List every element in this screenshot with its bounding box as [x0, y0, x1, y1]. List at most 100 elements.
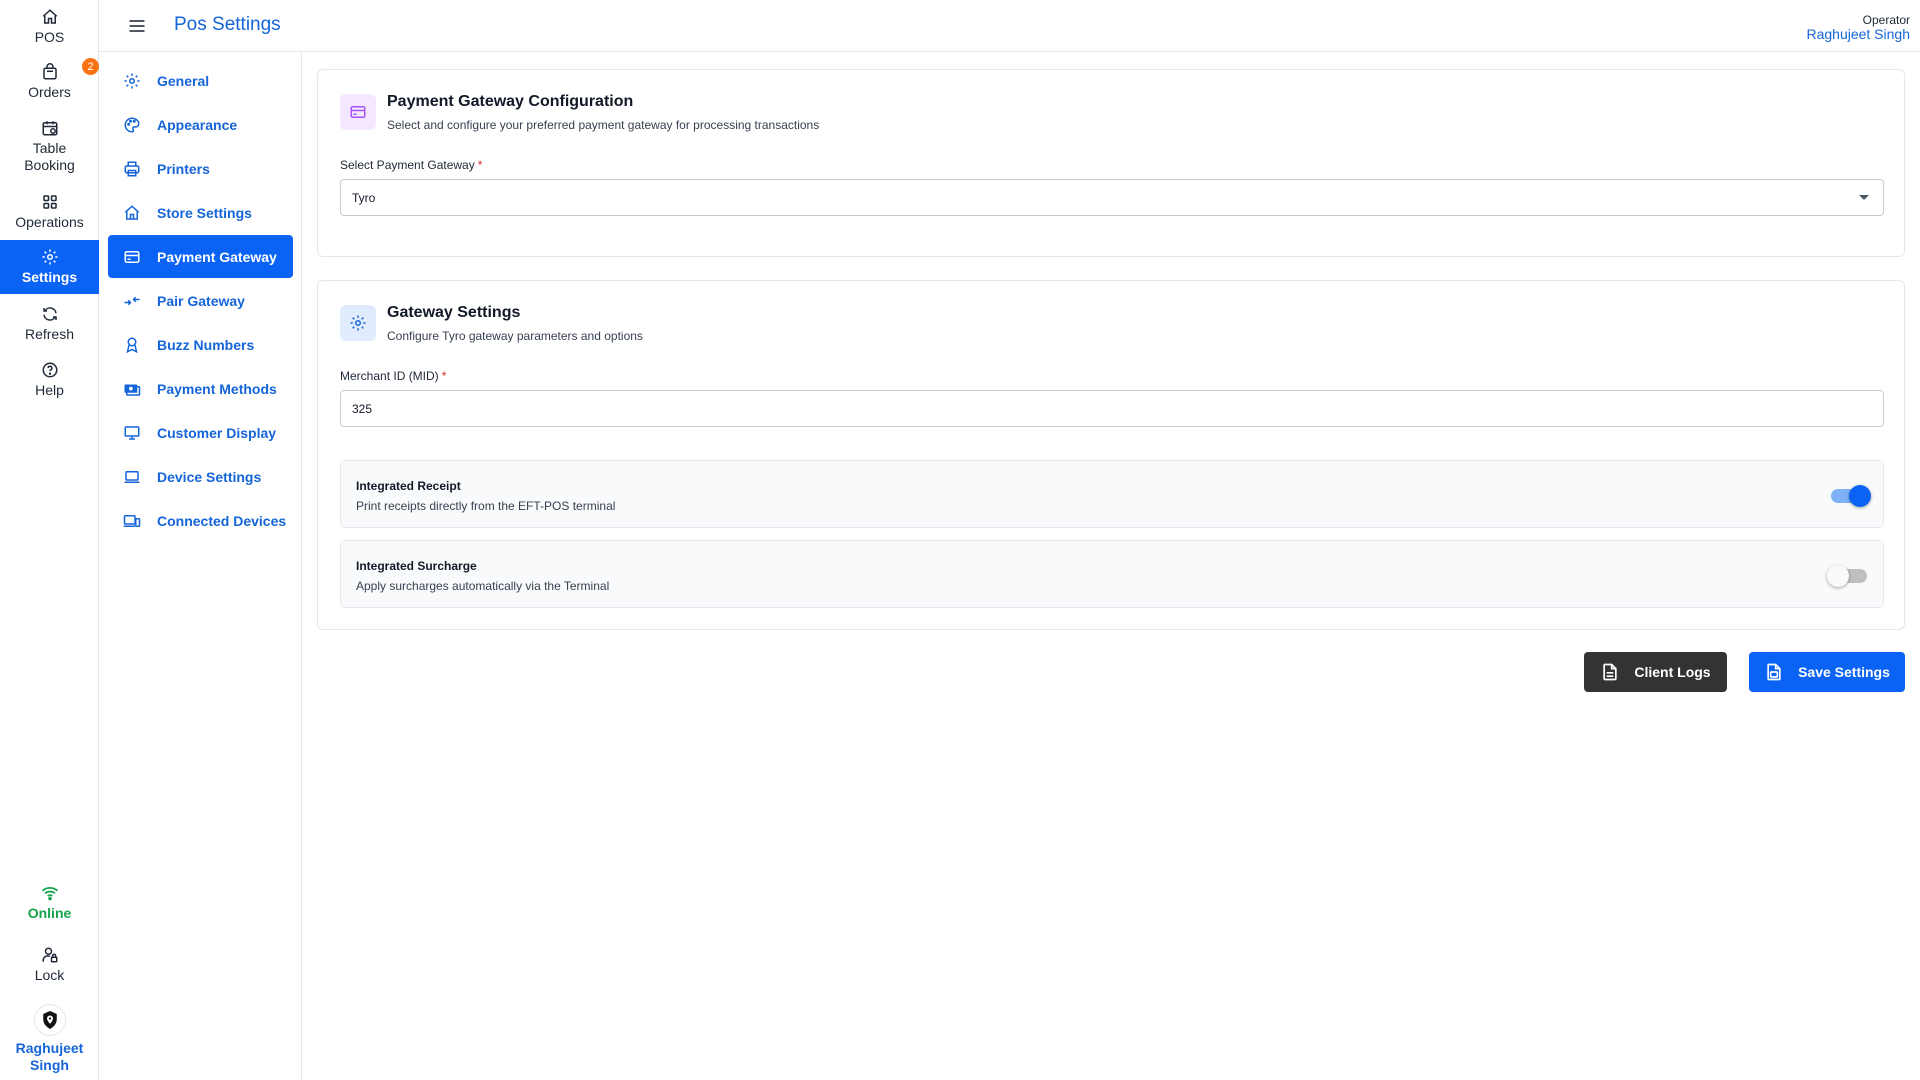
settings-nav-payment-gateway[interactable]: Payment Gateway	[108, 235, 293, 278]
lock-label: Lock	[34, 967, 65, 983]
bag-icon	[42, 63, 57, 80]
save-settings-button[interactable]: Save Settings	[1749, 652, 1905, 692]
home-icon	[42, 9, 57, 24]
settings-nav-device-settings[interactable]: Device Settings	[108, 455, 293, 498]
settings-nav-label: Connected Devices	[157, 512, 287, 529]
calendar-icon	[42, 121, 57, 136]
menu-icon[interactable]	[127, 16, 147, 36]
avatar	[33, 1004, 66, 1036]
gateway-settings-title: Gateway Settings	[387, 304, 521, 321]
monitor-icon	[124, 425, 140, 440]
integrated-receipt-row: Integrated Receipt Print receipts direct…	[340, 460, 1884, 528]
gear-icon	[42, 249, 57, 265]
settings-nav-store-settings[interactable]: Store Settings	[108, 191, 293, 234]
gateway-settings-subtitle: Configure Tyro gateway parameters and op…	[387, 329, 643, 343]
orders-count-badge: 2	[82, 58, 99, 75]
select-gateway-label-text: Select Payment Gateway	[340, 158, 475, 172]
rail-item-help[interactable]: Help	[0, 361, 99, 399]
gateway-config-icon-wrap	[340, 94, 376, 130]
gateway-config-subtitle: Select and configure your preferred paym…	[387, 118, 820, 132]
settings-nav-label: Appearance	[157, 116, 238, 133]
required-mark: *	[441, 369, 447, 383]
gear-icon	[350, 315, 366, 331]
gateway-config-card: Payment Gateway Configuration Select and…	[317, 69, 1905, 257]
settings-nav-general[interactable]: General	[108, 59, 293, 102]
integrated-surcharge-toggle[interactable]	[1827, 565, 1869, 587]
save-file-icon	[1767, 663, 1781, 681]
settings-nav-label: Payment Methods	[157, 380, 277, 397]
settings-nav-label: General	[157, 72, 210, 89]
card-icon	[124, 250, 140, 263]
save-settings-label: Save Settings	[1798, 664, 1890, 680]
settings-nav-label: Customer Display	[157, 424, 277, 441]
laptop-icon	[124, 470, 140, 483]
merchant-id-label-text: Merchant ID (MID)	[340, 369, 439, 383]
settings-nav-label: Pair Gateway	[157, 292, 245, 309]
online-status: Online	[0, 884, 99, 922]
online-label: Online	[27, 905, 72, 921]
gateway-select-value: Tyro	[352, 190, 376, 205]
settings-nav-buzz-numbers[interactable]: Buzz Numbers	[108, 323, 293, 366]
operator-role: Operator	[1862, 13, 1910, 27]
merchant-id-input[interactable]: 325	[340, 390, 1884, 427]
avatar-logo-icon	[42, 1011, 57, 1029]
user-profile[interactable]: Raghujeet Singh	[0, 1004, 99, 1074]
rail-item-operations[interactable]: Operations	[0, 193, 99, 231]
toggle-knob	[1827, 565, 1849, 587]
rail-item-label: Table Booking	[24, 140, 75, 173]
merchant-id-label: Merchant ID (MID) *	[340, 369, 446, 383]
integrated-surcharge-row: Integrated Surcharge Apply surcharges au…	[340, 540, 1884, 608]
integrated-surcharge-title: Integrated Surcharge	[356, 559, 477, 573]
rail-item-settings[interactable]: Settings	[0, 240, 99, 294]
card-icon	[350, 106, 366, 118]
settings-nav-label: Buzz Numbers	[157, 336, 255, 353]
printer-icon	[124, 161, 140, 176]
page-title: Pos Settings	[174, 14, 281, 35]
user-name: Raghujeet Singh	[15, 1040, 84, 1073]
settings-nav-customer-display[interactable]: Customer Display	[108, 411, 293, 454]
gateway-config-title: Payment Gateway Configuration	[387, 93, 634, 110]
rail-item-label: Refresh	[24, 326, 75, 342]
settings-nav-appearance[interactable]: Appearance	[108, 103, 293, 146]
required-mark: *	[477, 158, 483, 172]
settings-nav-payment-methods[interactable]: Payment Methods	[108, 367, 293, 410]
select-gateway-label: Select Payment Gateway *	[340, 158, 482, 172]
rail-item-refresh[interactable]: Refresh	[0, 305, 99, 343]
settings-nav-label: Device Settings	[157, 468, 262, 485]
rail-item-label: Settings	[21, 269, 78, 285]
toggle-knob	[1849, 485, 1871, 507]
help-icon	[42, 362, 57, 378]
user-lock-icon	[42, 947, 57, 963]
integrated-receipt-toggle[interactable]	[1829, 485, 1871, 507]
devices-icon	[123, 514, 141, 527]
refresh-icon	[42, 307, 57, 321]
integrated-receipt-title: Integrated Receipt	[356, 479, 461, 493]
palette-icon	[124, 116, 140, 133]
merchant-id-value: 325	[352, 401, 373, 416]
rail-item-pos[interactable]: POS	[0, 8, 99, 46]
client-logs-label: Client Logs	[1634, 664, 1711, 680]
operator-name: Raghujeet Singh	[1806, 26, 1910, 42]
integrated-receipt-description: Print receipts directly from the EFT-POS…	[356, 499, 616, 513]
settings-nav-connected-devices[interactable]: Connected Devices	[108, 499, 293, 542]
settings-nav-label: Payment Gateway	[157, 248, 277, 265]
app-rail: POS Orders 2 Table Booking Operations Se…	[0, 0, 99, 1080]
settings-nav-label: Store Settings	[157, 204, 252, 221]
settings-nav: General Appearance Printers Store Settin…	[99, 52, 302, 1080]
settings-nav-pair-gateway[interactable]: Pair Gateway	[108, 279, 293, 322]
gateway-select[interactable]: Tyro	[340, 179, 1884, 216]
lock-button[interactable]: Lock	[0, 946, 99, 984]
document-icon	[1603, 663, 1618, 681]
client-logs-button[interactable]: Client Logs	[1584, 652, 1727, 692]
rail-item-label: Operations	[15, 214, 84, 230]
rail-item-table-booking[interactable]: Table Booking	[0, 119, 99, 174]
rail-item-label: Help	[35, 382, 64, 398]
gateway-settings-card: Gateway Settings Configure Tyro gateway …	[317, 280, 1905, 630]
grid-icon	[42, 195, 57, 209]
settings-nav-printers[interactable]: Printers	[108, 147, 293, 190]
cash-icon	[124, 384, 141, 396]
gear-icon	[124, 73, 140, 88]
pair-arrows-icon	[124, 296, 140, 305]
badge-icon	[126, 337, 138, 353]
top-bar: Pos Settings Operator Raghujeet Singh	[99, 0, 1920, 52]
